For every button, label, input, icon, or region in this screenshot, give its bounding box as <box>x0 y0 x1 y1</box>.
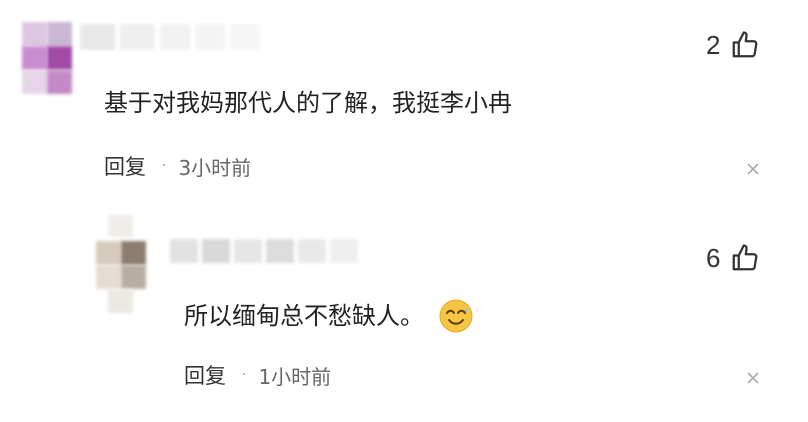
username[interactable] <box>60 24 270 50</box>
comment-meta: 回复 · 3小时前 <box>104 151 251 181</box>
username[interactable] <box>170 239 360 263</box>
comment-text-content: 所以缅甸总不愁缺人。 <box>184 302 424 330</box>
like-button[interactable]: 2 <box>706 30 760 60</box>
like-count: 6 <box>706 243 721 273</box>
thumbs-up-icon <box>733 244 758 271</box>
close-icon[interactable] <box>746 162 760 176</box>
timestamp: 3小时前 <box>178 155 252 180</box>
comment-meta: 回复 · 1小时前 <box>184 360 331 390</box>
close-icon[interactable] <box>746 371 760 385</box>
separator-dot: · <box>242 367 247 383</box>
avatar[interactable] <box>96 215 146 313</box>
like-button[interactable]: 6 <box>706 243 760 273</box>
like-count: 2 <box>706 30 721 60</box>
smiling-face-emoji <box>439 299 473 333</box>
comment-text: 基于对我妈那代人的了解，我挺李小冉 <box>104 89 512 117</box>
reply-button[interactable]: 回复 <box>104 151 146 181</box>
comment-item: 2 基于对我妈那代人的了解，我挺李小冉 回复 · 3小时前 <box>0 0 808 205</box>
thumbs-up-icon <box>733 31 758 58</box>
reply-comment-item: 6 所以缅甸总不愁缺人。 回复 · 1小时前 <box>0 205 808 422</box>
separator-dot: · <box>162 158 167 174</box>
timestamp: 1小时前 <box>258 364 332 389</box>
reply-button[interactable]: 回复 <box>184 360 226 390</box>
comment-text: 所以缅甸总不愁缺人。 <box>184 298 474 334</box>
